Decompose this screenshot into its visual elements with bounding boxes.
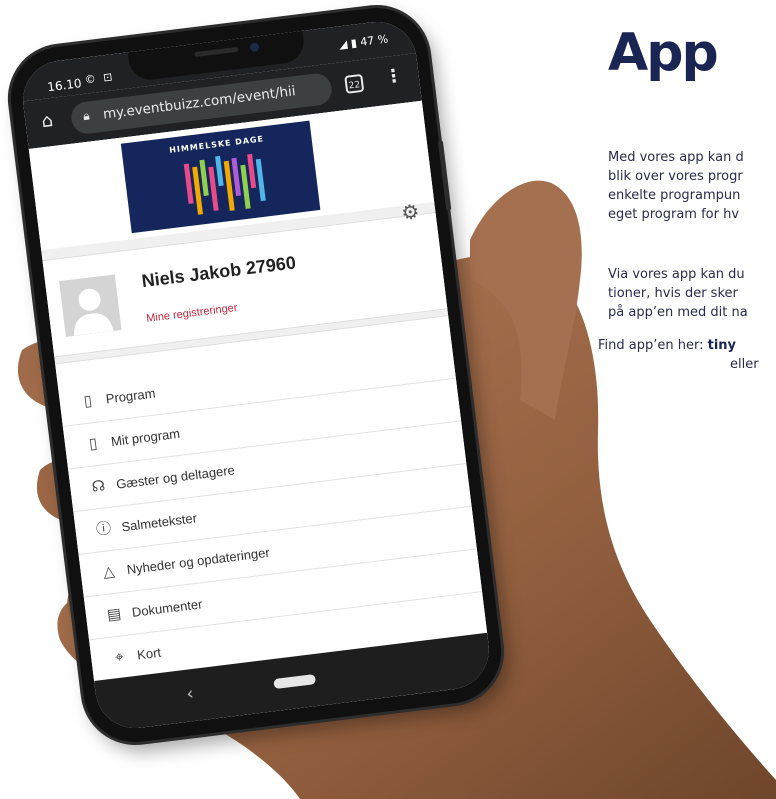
text-line: enkelte programpun bbox=[608, 188, 741, 203]
eller-text: eller bbox=[730, 357, 759, 372]
text-line: Med vores app kan d bbox=[608, 150, 744, 165]
speaker-grille bbox=[194, 46, 239, 58]
page-content: HIMMELSKE DAGE ⚙ Niels Jakob 27960 Mine … bbox=[28, 100, 488, 685]
banner-logo-bars bbox=[183, 153, 266, 215]
page-title: App bbox=[608, 23, 719, 83]
menu-item-label: Dokumenter bbox=[131, 596, 204, 620]
phone-screen: 16.10 © ⊡ ◢ ▮ 47 % ⌂ 🔒︎ my.eventbuizz.co… bbox=[18, 17, 494, 733]
tab-switcher-button[interactable]: 22 bbox=[344, 73, 365, 94]
back-icon[interactable]: ‹ bbox=[185, 683, 195, 705]
main-menu: ▯ Program ▯ Mit program ☊ Gæster og delt… bbox=[55, 315, 488, 683]
user-silhouette-icon bbox=[59, 274, 122, 337]
gear-icon[interactable]: ⚙ bbox=[400, 199, 421, 225]
menu-item-label: Nyheder og opdateringer bbox=[125, 544, 271, 578]
menu-item-label: Kort bbox=[136, 644, 162, 663]
find-app-label: Find app’en her: bbox=[598, 338, 708, 353]
intro-paragraph: Med vores app kan d blik over vores prog… bbox=[608, 148, 776, 224]
battery-indicator: ◢ ▮ 47 % bbox=[338, 32, 389, 52]
front-camera bbox=[249, 42, 260, 53]
profile-name: Niels Jakob 27960 bbox=[140, 252, 297, 292]
bell-icon: △ bbox=[102, 562, 116, 582]
status-time: 16.10 bbox=[46, 76, 83, 95]
menu-item-label: Mit program bbox=[110, 425, 181, 450]
find-app-line: Find app’en her: tiny bbox=[598, 336, 736, 355]
lock-icon: 🔒︎ bbox=[82, 108, 91, 124]
text-line: eget program for hv bbox=[608, 207, 740, 222]
text-line: blik over vores progr bbox=[608, 169, 743, 184]
menu-item-label: Gæster og deltagere bbox=[115, 462, 236, 492]
my-registrations-link[interactable]: Mine registreringer bbox=[146, 302, 238, 325]
phone-frame: 16.10 © ⊡ ◢ ▮ 47 % ⌂ 🔒︎ my.eventbuizz.co… bbox=[4, 2, 508, 748]
person-icon: ☊ bbox=[90, 477, 107, 496]
avatar bbox=[59, 274, 122, 337]
menu-item-label: Program bbox=[104, 385, 157, 407]
book-icon: ▯ bbox=[88, 434, 99, 453]
more-menu-icon[interactable]: ⋮ bbox=[383, 65, 403, 88]
document-icon: ▤ bbox=[106, 605, 123, 624]
home-icon[interactable]: ⌂ bbox=[40, 110, 54, 132]
app-link[interactable]: tiny bbox=[708, 338, 736, 353]
text-line: på app’en med dit na bbox=[608, 305, 748, 320]
notification-paragraph: Via vores app kan du tioner, hvis der sk… bbox=[608, 265, 776, 322]
info-icon: ⓘ bbox=[95, 519, 113, 539]
home-pill-button[interactable] bbox=[273, 674, 317, 690]
event-banner: HIMMELSKE DAGE bbox=[120, 120, 321, 234]
text-line: tioner, hvis der sker bbox=[608, 286, 738, 301]
map-icon: ⌖ bbox=[114, 648, 125, 667]
menu-item-label: Salmetekster bbox=[120, 510, 198, 535]
book-icon: ▯ bbox=[82, 392, 94, 411]
status-app-icons: © ⊡ bbox=[84, 70, 116, 87]
text-line: Via vores app kan du bbox=[608, 267, 745, 282]
phone-mockup: 16.10 © ⊡ ◢ ▮ 47 % ⌂ 🔒︎ my.eventbuizz.co… bbox=[4, 2, 508, 748]
